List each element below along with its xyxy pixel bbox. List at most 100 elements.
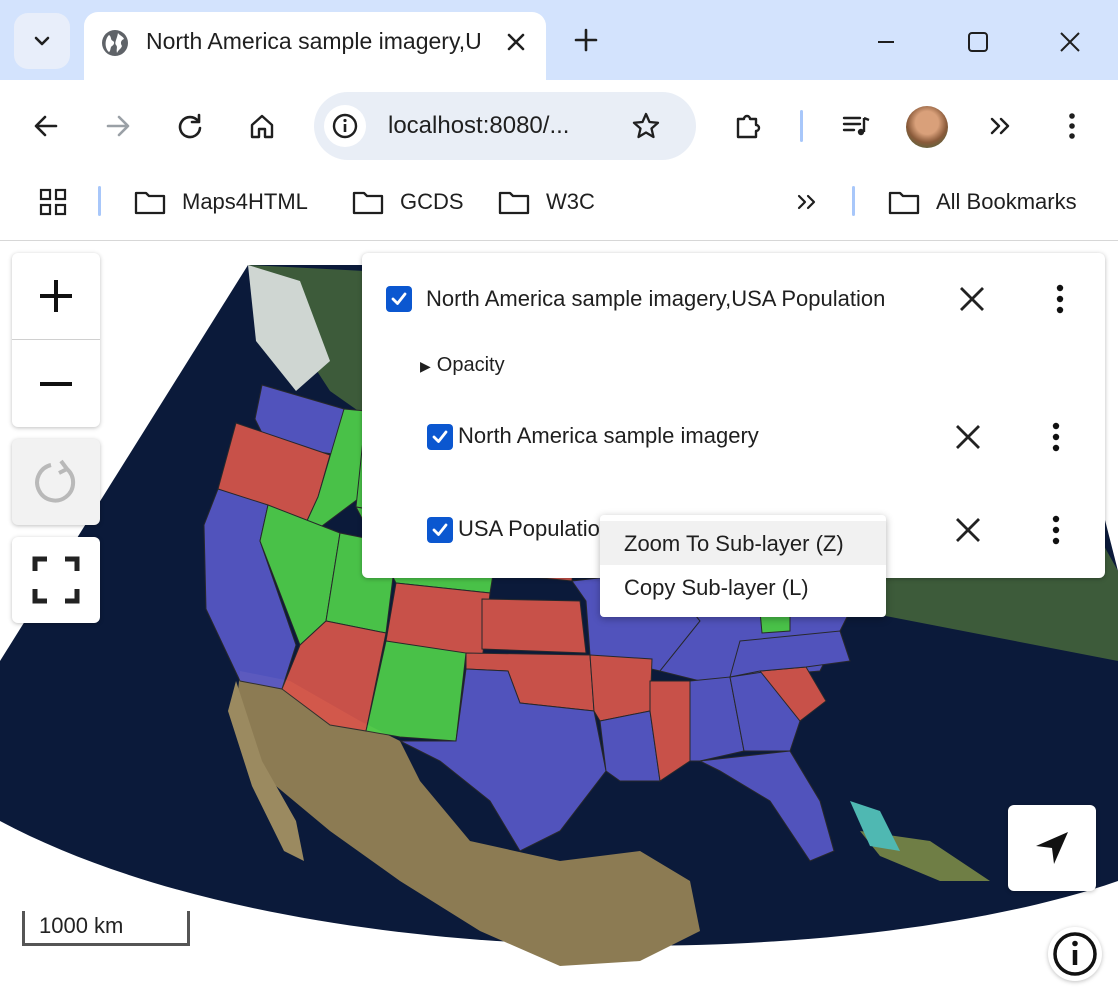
scale-bar: 1000 km (22, 911, 190, 946)
bookmark-label: W3C (546, 189, 595, 214)
extensions-button[interactable] (730, 108, 766, 144)
minimize-button[interactable] (866, 22, 906, 62)
kebab-menu-icon (1056, 284, 1064, 314)
zoom-controls (12, 253, 100, 427)
sublayer-imagery-settings-button[interactable] (1046, 419, 1066, 455)
menu-item-label: Copy Sub-layer (L) (624, 575, 809, 600)
reload-button[interactable] (172, 108, 208, 144)
state-arkansas (589, 654, 653, 722)
star-icon (632, 112, 660, 139)
folder-icon (134, 191, 166, 215)
home-icon (250, 114, 274, 139)
checkmark-icon (391, 292, 407, 305)
minus-icon (40, 382, 72, 386)
bookmark-w3c[interactable]: W3C (498, 186, 595, 218)
toolbar-separator (800, 110, 803, 142)
profile-avatar[interactable] (906, 106, 948, 148)
browser-tab[interactable]: North America sample imagery,USA Populat… (84, 12, 546, 80)
attribution-button[interactable] (1048, 927, 1102, 981)
maximize-button[interactable] (958, 22, 998, 62)
zoom-in-button[interactable] (12, 253, 100, 339)
sublayer-label-imagery: North America sample imagery (458, 423, 759, 448)
zoom-divider (12, 339, 100, 340)
folder-icon (888, 191, 920, 215)
info-icon (332, 113, 358, 139)
browser-toolbar: localhost:8080/... (0, 80, 1118, 172)
bookmark-star-button[interactable] (628, 108, 664, 144)
locate-button[interactable] (1008, 805, 1096, 891)
menu-item-label: Zoom To Sub-layer (Z) (624, 531, 844, 556)
bookmark-maps4html[interactable]: Maps4HTML (134, 186, 308, 218)
remove-sublayer-imagery-button[interactable] (950, 419, 986, 455)
state-kansas (481, 598, 587, 654)
close-icon (956, 425, 980, 449)
menu-item-zoom-to-sublayer[interactable]: Zoom To Sub-layer (Z) (600, 521, 886, 565)
tab-close-button[interactable] (500, 26, 532, 58)
map-viewer[interactable]: North America sample imagery,USA Populat… (0, 241, 1118, 994)
browser-menu-button[interactable] (1054, 108, 1090, 144)
sublayer-population-settings-button[interactable] (1046, 512, 1066, 548)
layer-label: North America sample imagery,USA Populat… (426, 286, 886, 311)
back-button[interactable] (28, 108, 64, 144)
more-tools-button[interactable] (982, 108, 1018, 144)
bookmarks-bar: Maps4HTML GCDS W3C All Bookmarks (0, 172, 1118, 241)
remove-layer-button[interactable] (954, 281, 990, 317)
opacity-label: Opacity (436, 354, 505, 376)
bookmark-gcds[interactable]: GCDS (352, 186, 464, 218)
kebab-menu-icon (1069, 113, 1075, 139)
all-bookmarks-label: All Bookmarks (936, 189, 1077, 214)
sublayer-checkbox-imagery[interactable] (427, 424, 453, 450)
plus-icon (574, 28, 598, 52)
sublayer-checkbox-population[interactable] (427, 517, 453, 543)
reload-icon (178, 113, 202, 139)
checkmark-icon (432, 523, 448, 536)
scale-label: 1000 km (39, 913, 124, 938)
menu-item-copy-sublayer[interactable]: Copy Sub-layer (L) (600, 565, 886, 609)
tab-title: North America sample imagery,USA Populat… (146, 28, 481, 54)
sublayer-context-menu: Zoom To Sub-layer (Z) Copy Sub-layer (L) (600, 515, 886, 617)
layer-checkbox[interactable] (386, 286, 412, 312)
reload-icon (35, 459, 76, 503)
arrow-right-icon (106, 115, 130, 137)
apps-button[interactable] (38, 186, 84, 218)
folder-icon (352, 191, 384, 215)
remove-sublayer-population-button[interactable] (950, 512, 986, 548)
plus-icon (40, 280, 72, 312)
triangle-right-icon: ▶ (420, 358, 431, 374)
double-chevron-right-icon (990, 117, 1010, 135)
new-tab-button[interactable] (568, 22, 604, 58)
fullscreen-button[interactable] (12, 537, 100, 623)
close-icon (956, 518, 980, 542)
bookmarks-overflow-button[interactable] (794, 186, 836, 218)
bookmarks-separator (852, 186, 855, 216)
navigation-arrow-icon (1036, 832, 1068, 864)
media-controls-button[interactable] (838, 108, 874, 144)
close-icon (960, 287, 984, 311)
folder-icon (498, 191, 530, 215)
bookmark-label: Maps4HTML (182, 189, 308, 214)
minimize-icon (878, 41, 894, 43)
fullscreen-icon (32, 556, 80, 604)
site-info-button[interactable] (324, 105, 366, 147)
layer-settings-button[interactable] (1050, 281, 1070, 317)
address-bar[interactable]: localhost:8080/... (314, 92, 696, 160)
zoom-out-button[interactable] (12, 341, 100, 427)
all-bookmarks-button[interactable]: All Bookmarks (888, 186, 1077, 218)
reload-map-button[interactable] (12, 439, 100, 525)
queue-music-icon (842, 116, 870, 136)
bookmarks-separator (98, 186, 101, 216)
checkmark-icon (432, 430, 448, 443)
opacity-toggle[interactable]: ▶ Opacity (420, 354, 505, 377)
puzzle-icon (736, 114, 761, 139)
apps-grid-icon (39, 188, 67, 216)
window-close-button[interactable] (1050, 22, 1090, 62)
kebab-menu-icon (1052, 422, 1060, 452)
bookmark-label: GCDS (400, 189, 464, 214)
close-icon (1060, 32, 1080, 52)
sublayer-label-population: USA Population (458, 516, 613, 541)
chevron-down-icon (34, 36, 50, 46)
home-button[interactable] (244, 108, 280, 144)
tab-search-button[interactable] (14, 13, 70, 69)
forward-button[interactable] (100, 108, 136, 144)
kebab-menu-icon (1052, 515, 1060, 545)
